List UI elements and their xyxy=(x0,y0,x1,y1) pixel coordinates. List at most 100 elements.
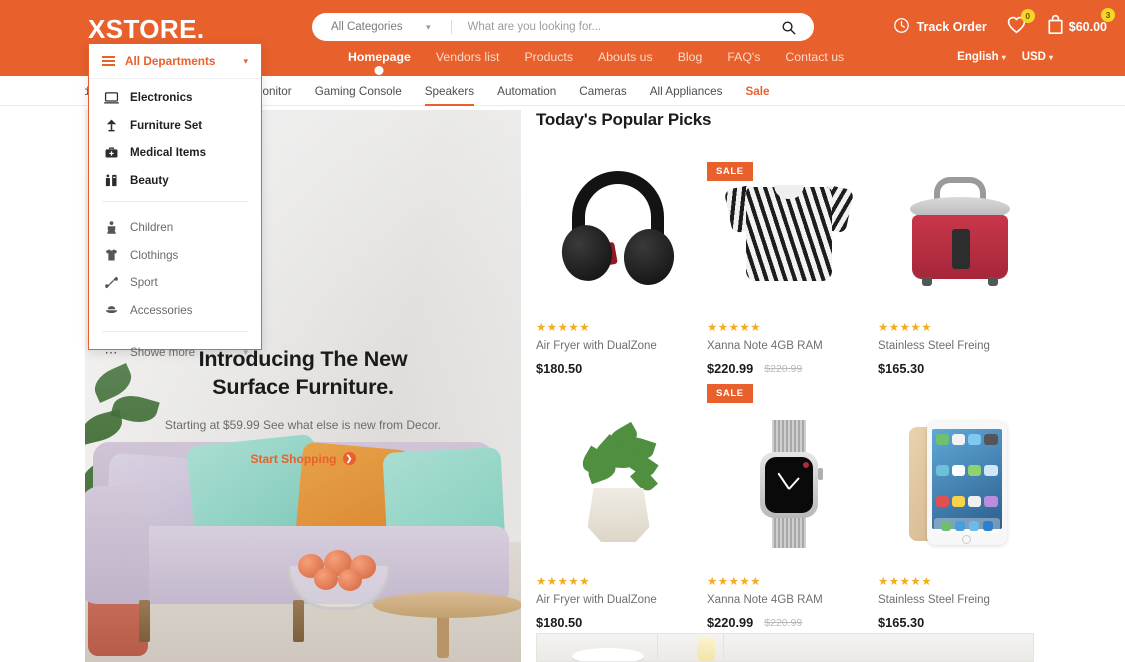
search-icon[interactable] xyxy=(781,20,796,35)
cart-button[interactable]: 3 $60.00 xyxy=(1046,8,1115,40)
nav-item-products[interactable]: Products xyxy=(524,50,573,68)
price-current: $165.30 xyxy=(878,361,925,376)
sale-badge: SALE xyxy=(707,384,753,403)
product-name[interactable]: Stainless Steel Freing xyxy=(878,340,1041,352)
nav-item-contact-us[interactable]: Contact us xyxy=(785,50,844,68)
cta-label: Start Shopping xyxy=(250,451,337,466)
category-item-cameras[interactable]: Cameras xyxy=(579,76,626,106)
divider xyxy=(102,331,248,332)
product-card[interactable]: ★★★★★ Air Fryer with DualZone $180.50 xyxy=(536,130,699,376)
chevron-down-icon: ▾ xyxy=(1048,53,1053,62)
price-current: $220.99 xyxy=(707,615,754,630)
departments-toggle[interactable]: All Departments ▾ xyxy=(89,44,261,79)
lamp-icon xyxy=(102,118,121,133)
department-item-furniture-set[interactable]: Furniture Set xyxy=(89,112,261,140)
track-order-button[interactable]: Track Order xyxy=(893,17,987,37)
product-name[interactable]: Air Fryer with DualZone xyxy=(536,340,699,352)
price-current: $180.50 xyxy=(536,361,583,376)
currency-selector[interactable]: USD ▾ xyxy=(1022,51,1053,63)
dumbbell-icon xyxy=(102,275,121,290)
department-item-children[interactable]: Children xyxy=(89,214,261,242)
cart-count-badge: 3 xyxy=(1101,8,1115,22)
search-category-label[interactable]: All Categories xyxy=(312,21,412,33)
product-price: $220.99 $220.99 xyxy=(707,615,870,630)
product-card[interactable]: SALE ★★★★★ Xanna Note 4GB RAM $220.99 $220.9… xyxy=(707,384,870,630)
department-label: Beauty xyxy=(130,173,169,187)
rating-stars: ★★★★★ xyxy=(707,322,762,334)
category-item-gaming-console[interactable]: Gaming Console xyxy=(315,76,402,106)
department-label: Children xyxy=(130,221,174,235)
ellipsis-icon: ⋯ xyxy=(104,344,119,360)
departments-dropdown: All Departments ▾ Electronics Furniture S… xyxy=(88,43,262,360)
product-thumbnail[interactable] xyxy=(536,398,699,570)
price-current: $180.50 xyxy=(536,615,583,630)
chevron-down-icon[interactable]: ▾ xyxy=(426,22,431,33)
department-item-accessories[interactable]: Accessories xyxy=(89,297,261,325)
product-thumbnail[interactable] xyxy=(878,398,1041,570)
product-thumbnail[interactable] xyxy=(878,144,1041,316)
product-card[interactable]: ★★★★★ Stainless Steel Freing $165.30 xyxy=(878,384,1041,630)
show-more-button[interactable]: ⋯ Showe more ▾ xyxy=(89,339,261,366)
hamburger-icon xyxy=(102,56,115,66)
product-thumbnail[interactable] xyxy=(707,398,870,570)
product-price: $180.50 xyxy=(536,615,699,630)
product-name[interactable]: Xanna Note 4GB RAM xyxy=(707,594,870,606)
header-actions: Track Order 0 3 $60.00 xyxy=(893,8,1115,40)
search-bar: All Categories ▾ xyxy=(312,13,814,41)
department-item-medical-items[interactable]: Medical Items xyxy=(89,139,261,167)
hero-subtitle: Starting at $59.99 See what else is new … xyxy=(164,417,442,432)
medical-bag-icon xyxy=(102,145,121,160)
rating-stars: ★★★★★ xyxy=(536,576,591,588)
product-image-rice-cooker xyxy=(900,167,1020,293)
rating-stars: ★★★★★ xyxy=(878,576,933,588)
product-name[interactable]: Xanna Note 4GB RAM xyxy=(707,340,870,352)
product-price: $180.50 xyxy=(536,361,699,376)
price-original: $220.99 xyxy=(764,616,803,629)
product-price: $220.99 $220.99 xyxy=(707,361,870,376)
tshirt-icon xyxy=(102,248,121,263)
product-price: $165.30 xyxy=(878,615,1041,630)
department-label: Electronics xyxy=(130,91,193,105)
cosmetics-icon xyxy=(102,173,121,188)
search-input[interactable] xyxy=(467,21,781,33)
sale-badge: SALE xyxy=(707,162,753,181)
nav-item-vendors-list[interactable]: Vendors list xyxy=(436,50,500,68)
category-item-speakers[interactable]: Speakers xyxy=(424,76,475,106)
nav-item-blog[interactable]: Blog xyxy=(678,50,703,68)
product-name[interactable]: Stainless Steel Freing xyxy=(878,594,1041,606)
category-item-sale[interactable]: Sale xyxy=(745,76,769,106)
department-item-electronics[interactable]: Electronics xyxy=(89,84,261,112)
start-shopping-button[interactable]: Start Shopping ❯ xyxy=(251,452,356,466)
wishlist-button[interactable]: 0 xyxy=(1006,9,1035,39)
category-item-automation[interactable]: Automation xyxy=(497,76,556,106)
nav-item-homepage[interactable]: Homepage xyxy=(348,50,411,68)
wishlist-count-badge: 0 xyxy=(1020,9,1035,23)
department-label: Medical Items xyxy=(130,146,207,160)
shopping-bag-icon xyxy=(1046,14,1065,40)
category-item-all-appliances[interactable]: All Appliances xyxy=(650,76,723,106)
product-name[interactable]: Air Fryer with DualZone xyxy=(536,594,699,606)
department-item-sport[interactable]: Sport xyxy=(89,269,261,297)
nav-item-abouts-us[interactable]: Abouts us xyxy=(598,50,653,68)
products-section: Today's Popular Picks ★★★★★ Air Fryer wit… xyxy=(536,110,1041,630)
chevron-down-icon: ▾ xyxy=(243,347,248,357)
department-item-clothings[interactable]: Clothings xyxy=(89,242,261,270)
language-selector[interactable]: English ▾ xyxy=(957,51,1006,63)
baby-icon xyxy=(102,220,121,235)
product-card[interactable]: ★★★★★ Stainless Steel Freing $165.30 xyxy=(878,130,1041,376)
product-card[interactable]: ★★★★★ Air Fryer with DualZone $180.50 xyxy=(536,384,699,630)
price-current: $220.99 xyxy=(707,361,754,376)
product-thumbnail[interactable] xyxy=(536,144,699,316)
track-order-label: Track Order xyxy=(916,20,987,34)
arrow-right-icon: ❯ xyxy=(342,452,356,466)
bottom-promo-banner[interactable] xyxy=(536,633,1034,662)
department-item-beauty[interactable]: Beauty xyxy=(89,167,261,195)
product-card[interactable]: SALE ★★★★★ Xanna Note 4GB RAM $220.99 $220.9… xyxy=(707,130,870,376)
logo[interactable]: XSTORE. xyxy=(88,14,204,45)
page-root: XSTORE. All Categories ▾ Track Order xyxy=(0,0,1125,662)
cart-amount: $60.00 xyxy=(1068,20,1107,34)
hat-icon xyxy=(102,303,121,318)
nav-item-faq-s[interactable]: FAQ's xyxy=(727,50,760,68)
price-original: $220.99 xyxy=(764,362,803,375)
department-label: Accessories xyxy=(130,303,193,317)
